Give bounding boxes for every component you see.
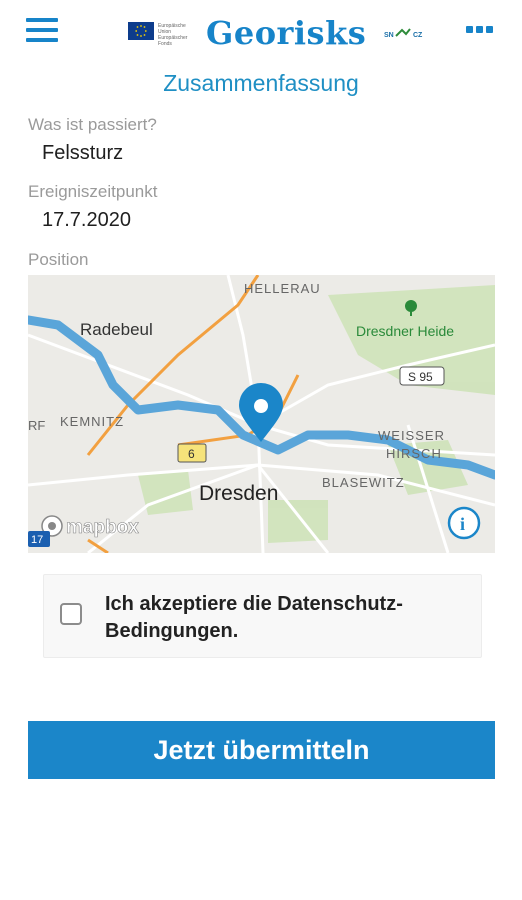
svg-text:i: i <box>460 514 465 534</box>
time-label: Ereigniszeitpunkt <box>28 182 158 201</box>
eu-flag-icon <box>128 22 154 40</box>
map-label-rf: RF <box>28 418 45 433</box>
mapbox-logo[interactable]: mapbox <box>41 515 140 538</box>
time-value: 17.7.2020 <box>42 209 131 231</box>
page-title: Zusammenfassung <box>163 70 359 96</box>
position-label: Position <box>28 250 89 269</box>
map-label-kemnitz: KEMNITZ <box>60 414 124 429</box>
map-label-weisser: WEISSER <box>378 428 445 443</box>
map-label-road6: 6 <box>188 447 195 461</box>
map-label-dresdner-heide: Dresdner Heide <box>356 323 454 339</box>
app-header: Europäische Union Europäischer Fonds Geo… <box>0 0 522 66</box>
svg-text:mapbox: mapbox <box>66 517 139 538</box>
map-info-icon[interactable]: i <box>447 506 481 540</box>
what-label: Was ist passiert? <box>28 115 157 134</box>
map-label-blasewitz: BLASEWITZ <box>322 475 405 490</box>
svg-text:CZ: CZ <box>413 32 423 39</box>
privacy-consent-checkbox[interactable] <box>60 603 82 625</box>
privacy-consent-card: Ich akzeptiere die Datenschutz-Bedingung… <box>43 574 482 658</box>
map-label-dresden: Dresden <box>199 482 278 505</box>
app-title: Georisks <box>206 14 367 52</box>
map-label-road17: 17 <box>31 534 43 546</box>
map-label-hirsch: HIRSCH <box>386 446 442 461</box>
map-label-s95: S 95 <box>408 370 433 384</box>
eu-caption: Europäische Union Europäischer Fonds <box>158 23 188 47</box>
submit-button[interactable]: Jetzt übermitteln <box>28 721 495 779</box>
more-options-icon[interactable] <box>466 24 496 36</box>
partner-logo: SN CZ <box>384 26 426 42</box>
what-value: Felssturz <box>42 142 124 164</box>
map-label-radebeul: Radebeul <box>80 320 153 339</box>
svg-text:SN: SN <box>384 32 394 39</box>
map-label-hellerau: HELLERAU <box>244 281 321 296</box>
brand-logo: Europäische Union Europäischer Fonds Geo… <box>126 14 426 54</box>
privacy-consent-label[interactable]: Ich akzeptiere die Datenschutz-Bedingung… <box>105 591 465 645</box>
hamburger-menu-icon[interactable] <box>26 18 60 44</box>
location-map[interactable]: HELLERAU Radebeul Dresdner Heide S 95 RF… <box>28 275 495 553</box>
